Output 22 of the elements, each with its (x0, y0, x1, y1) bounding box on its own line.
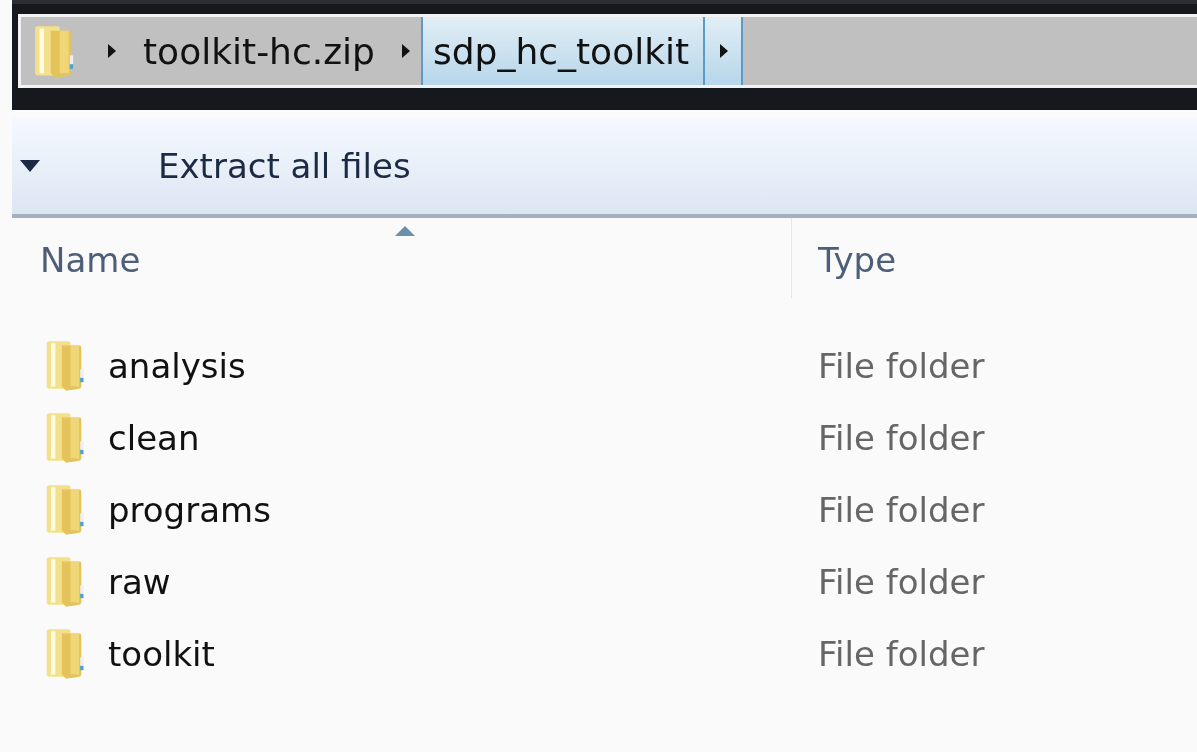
folder-name[interactable]: toolkit (108, 634, 215, 674)
chevron-icon[interactable] (400, 43, 411, 59)
file-type: File folder (817, 562, 985, 602)
folder-name[interactable]: analysis (108, 346, 246, 386)
address-bar[interactable]: toolkit-hc.zip sdp_hc_toolkit (18, 14, 1197, 88)
column-label: Type (818, 240, 897, 280)
file-type: File folder (817, 346, 985, 386)
breadcrumb[interactable]: sdp_hc_toolkit (420, 17, 706, 85)
file-type: File folder (817, 634, 985, 674)
folder-name[interactable]: clean (108, 418, 200, 458)
file-type: File folder (817, 418, 985, 458)
caret-icon[interactable] (20, 160, 40, 172)
column-header[interactable]: Name (12, 218, 792, 298)
extract-button[interactable]: Extract all files (150, 146, 419, 186)
column-header[interactable]: Type (792, 218, 897, 298)
chevron-icon[interactable] (719, 43, 730, 59)
file-type: File folder (817, 490, 985, 530)
column-label: Name (40, 240, 141, 280)
chevron-icon[interactable] (107, 43, 117, 59)
breadcrumb[interactable]: toolkit-hc.zip (127, 17, 401, 85)
folder-name[interactable]: raw (108, 562, 171, 602)
folder-name[interactable]: programs (108, 490, 271, 530)
